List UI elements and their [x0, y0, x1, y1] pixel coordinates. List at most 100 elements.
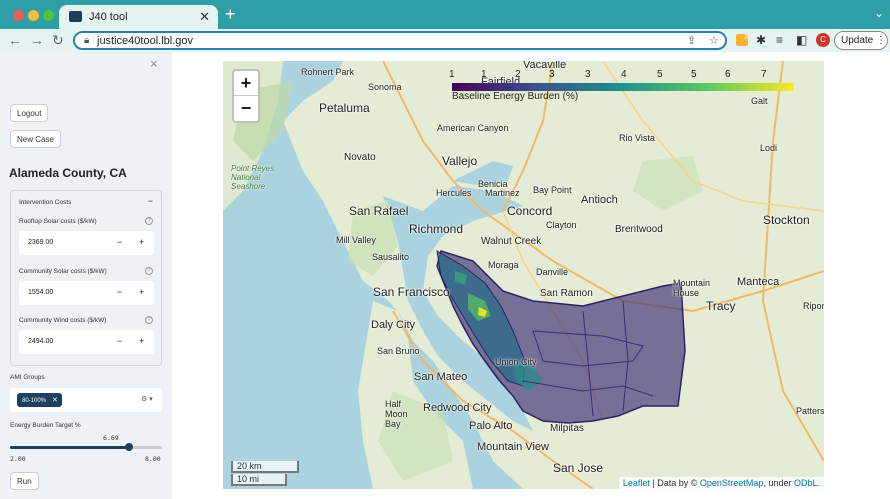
place-label: Sausalito [372, 252, 410, 262]
extension-icon[interactable]: 3 [736, 34, 748, 46]
slider-min: 2.00 [10, 455, 26, 463]
place-label: Clayton [546, 220, 577, 230]
community-wind-value: 2494.00 [28, 338, 54, 345]
tab-close-icon[interactable]: ✕ [199, 9, 210, 25]
community-wind-input[interactable]: 2494.00 − + [19, 330, 154, 354]
help-icon[interactable]: ? [145, 316, 153, 324]
legend-colorbar [452, 83, 794, 91]
legend-tick-label: 1 [449, 69, 455, 80]
new-tab-button[interactable]: + [225, 4, 236, 25]
increment-button[interactable]: + [139, 237, 144, 247]
place-label: Palo Alto [469, 420, 513, 432]
place-label: Milpitas [550, 423, 584, 434]
map[interactable]: Rohnert Park Sonoma Vacaville Fairfield Peta… [223, 61, 824, 489]
zoom-in-button[interactable]: + [234, 71, 258, 96]
place-label: Sonoma [368, 82, 402, 92]
place-label: Redwood City [423, 402, 492, 414]
maximize-window-button[interactable] [43, 10, 54, 21]
tab-title: J40 tool [89, 11, 128, 23]
side-panel-icon[interactable]: ◧ [796, 33, 807, 47]
address-bar[interactable]: 🔒︎ justice40tool.lbl.gov ⇪ ☆ [73, 31, 727, 50]
update-button[interactable]: Update ⋮ [834, 31, 888, 50]
community-wind-label: Community Wind costs ($/kW) [19, 317, 107, 324]
gear-dropdown-icon[interactable]: ⚙ ▾ [141, 395, 153, 403]
slider-max: 8.00 [145, 455, 161, 463]
sidebar-close-icon[interactable]: × [150, 56, 158, 71]
zoom-out-button[interactable]: − [234, 96, 258, 121]
back-icon[interactable]: ← [8, 32, 22, 48]
odbl-link[interactable]: ODbL. [794, 478, 820, 488]
chip-remove-icon[interactable]: ✕ [52, 397, 58, 404]
leaflet-link[interactable]: Leaflet [623, 478, 650, 488]
lock-icon: 🔒︎ [84, 35, 90, 46]
county-title: Alameda County, CA [9, 166, 127, 180]
ami-groups-select[interactable]: 80-100% ✕ ⚙ ▾ [10, 388, 162, 412]
rooftop-solar-input[interactable]: 2369.00 − + [19, 231, 154, 255]
tab-list-chevron-icon[interactable]: ⌄ [874, 6, 884, 20]
bookmark-star-icon[interactable]: ☆ [709, 34, 719, 47]
place-label: Richmond [409, 222, 464, 236]
profile-avatar[interactable]: C [816, 33, 830, 47]
decrement-button[interactable]: − [117, 336, 122, 346]
place-label: San Francisco [373, 285, 450, 299]
place-label: Moraga [488, 260, 519, 270]
forward-icon[interactable]: → [30, 32, 44, 48]
scale-mi: 10 mi [231, 474, 287, 486]
rooftop-solar-value: 2369.00 [28, 239, 54, 246]
decrement-button[interactable]: − [117, 237, 122, 247]
panel-title: Intervention Costs [19, 199, 72, 206]
sidebar: × Logout New Case Alameda County, CA Int… [0, 52, 172, 499]
place-label: Vallejo [442, 154, 478, 168]
map-basemap [223, 61, 824, 489]
url-text: justice40tool.lbl.gov [97, 35, 194, 47]
ami-chip-label: 80-100% [22, 398, 47, 404]
new-case-button[interactable]: New Case [10, 130, 61, 148]
logout-button[interactable]: Logout [10, 104, 49, 122]
increment-button[interactable]: + [139, 336, 144, 346]
community-solar-input[interactable]: 1554.00 − + [19, 281, 154, 305]
intervention-costs-panel: Intervention Costs − Rooftop Solar costs… [10, 190, 162, 366]
place-label: Antioch [581, 194, 618, 206]
place-label: Petaluma [319, 101, 370, 115]
zoom-control: + − [232, 69, 260, 123]
place-label: Ripon [803, 301, 824, 311]
collapse-icon[interactable]: − [148, 196, 153, 206]
browser-tab[interactable]: J40 tool ✕ [59, 5, 218, 29]
ami-chip: 80-100% ✕ [17, 393, 62, 407]
minimize-window-button[interactable] [28, 10, 39, 21]
media-control-icon[interactable]: ≡ [776, 33, 783, 47]
puzzle-icon[interactable]: ✱ [756, 33, 766, 47]
legend-tick-label: 3 [585, 69, 591, 80]
place-label: Mill Valley [336, 235, 376, 245]
help-icon[interactable]: ? [145, 267, 153, 275]
help-icon[interactable]: ? [145, 217, 153, 225]
energy-burden-label: Energy Burden Target % [10, 422, 81, 429]
extension-badge: 3 [744, 34, 748, 41]
legend-tick-label: 4 [621, 69, 627, 80]
energy-burden-slider[interactable] [10, 443, 162, 451]
decrement-button[interactable]: − [117, 287, 122, 297]
osm-link[interactable]: OpenStreetMap [700, 478, 764, 488]
legend-tick-label: 6 [725, 69, 731, 80]
share-icon[interactable]: ⇪ [687, 34, 696, 47]
legend-title: Baseline Energy Burden (%) [452, 91, 579, 102]
browser-toolbar: ← → ↻ 🔒︎ justice40tool.lbl.gov ⇪ ☆ 3 ✱ ≡… [0, 29, 890, 52]
place-label: Walnut Creek [481, 236, 542, 247]
attribution-text: | Data by © [649, 478, 700, 488]
place-label: Novato [344, 152, 376, 163]
reload-icon[interactable]: ↻ [52, 32, 64, 49]
increment-button[interactable]: + [139, 287, 144, 297]
ami-groups-label: AMI Groups [10, 374, 45, 381]
place-label: San Mateo [414, 371, 468, 383]
place-label: Rio Vista [619, 133, 655, 143]
place-label: Brentwood [615, 224, 663, 235]
place-label: Rohnert Park [301, 67, 355, 77]
community-solar-label: Community Solar costs ($/kW) [19, 268, 107, 275]
place-label: Stockton [763, 213, 810, 227]
run-button[interactable]: Run [10, 472, 39, 490]
close-window-button[interactable] [13, 10, 24, 21]
browser-tab-bar: J40 tool ✕ + ⌄ [0, 0, 890, 29]
place-label: Bay Point [533, 185, 572, 195]
slider-value: 6.69 [103, 434, 119, 442]
slider-thumb[interactable] [124, 443, 133, 451]
